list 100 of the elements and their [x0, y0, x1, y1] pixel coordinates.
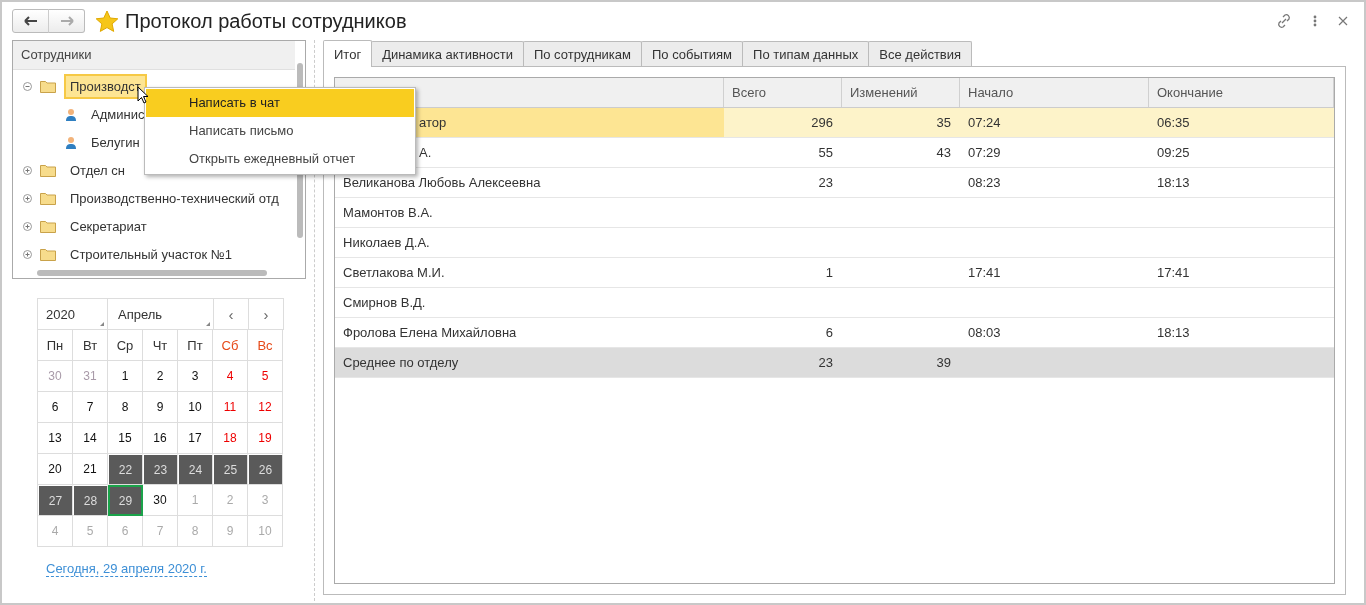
calendar-day[interactable]: 7 [73, 392, 108, 423]
calendar-day[interactable]: 11 [213, 392, 248, 423]
table-cell: 07:29 [968, 145, 1001, 160]
next-month-button[interactable]: › [249, 299, 284, 330]
tab[interactable]: Итог [323, 40, 373, 67]
folder-icon [40, 191, 56, 205]
more-icon[interactable] [1312, 14, 1318, 28]
calendar-day[interactable]: 20 [38, 454, 73, 485]
prev-month-button[interactable]: ‹ [214, 299, 249, 330]
tab[interactable]: По типам данных [742, 41, 870, 66]
table-cell: 18:13 [1157, 325, 1190, 340]
tab[interactable]: Все действия [868, 41, 973, 66]
calendar-day[interactable]: 8 [108, 392, 143, 423]
table-cell: Среднее по отделу [343, 355, 459, 370]
calendar-day[interactable]: 21 [73, 454, 108, 485]
window-title: Протокол работы сотрудников [125, 9, 407, 33]
calendar-day[interactable]: 3 [178, 361, 213, 392]
expand-icon[interactable] [23, 193, 32, 203]
calendar-day[interactable]: 1 [108, 361, 143, 392]
month-field[interactable]: Апрель [108, 299, 214, 330]
weekday-label: Пт [178, 330, 213, 361]
table-cell: 39 [936, 355, 951, 370]
table-cell: 18:13 [1157, 175, 1190, 190]
calendar-day[interactable]: 23 [143, 454, 178, 485]
calendar-day[interactable]: 17 [178, 423, 213, 454]
table-cell: 23 [818, 175, 833, 190]
weekday-label: Чт [143, 330, 178, 361]
person-icon [65, 107, 77, 121]
calendar-day[interactable]: 29 [108, 485, 143, 516]
calendar-day[interactable]: 25 [213, 454, 248, 485]
table-cell: 43 [936, 145, 951, 160]
column-header[interactable]: Окончание [1149, 78, 1334, 107]
calendar-day[interactable]: 13 [38, 423, 73, 454]
person-icon [65, 135, 77, 149]
today-link[interactable]: Сегодня, 29 апреля 2020 г. [46, 561, 207, 577]
calendar-day[interactable]: 24 [178, 454, 213, 485]
weekday-label: Вс [248, 330, 283, 361]
calendar-day[interactable]: 14 [73, 423, 108, 454]
table-cell: 17:41 [968, 265, 1001, 280]
calendar-day[interactable]: 19 [248, 423, 283, 454]
arrow-left-icon [23, 16, 38, 26]
tree-item[interactable]: Производственно-технический отд [64, 185, 285, 211]
column-header[interactable]: Изменений [842, 78, 960, 107]
folder-icon [40, 163, 56, 177]
weekday-label: Пн [38, 330, 73, 361]
expand-icon[interactable] [23, 221, 32, 231]
collapse-icon[interactable] [23, 81, 32, 91]
arrow-right-icon [59, 16, 74, 26]
table-cell: 17:41 [1157, 265, 1190, 280]
table-cell: 09:25 [1157, 145, 1190, 160]
table-cell: 06:35 [1157, 115, 1190, 130]
column-header[interactable]: Всего [724, 78, 842, 107]
folder-icon [40, 79, 56, 93]
table-cell: А. [419, 145, 432, 160]
calendar-day[interactable]: 6 [38, 392, 73, 423]
tab[interactable]: Динамика активности [371, 41, 524, 66]
table-cell: 07:24 [968, 115, 1001, 130]
table-cell: атор [419, 115, 447, 130]
calendar-day[interactable]: 4 [213, 361, 248, 392]
table-cell: Светлакова М.И. [343, 265, 445, 280]
link-icon[interactable] [1276, 13, 1292, 29]
calendar-day[interactable]: 30 [143, 485, 178, 516]
star-icon[interactable] [95, 9, 119, 33]
menu-item[interactable]: Написать письмо [146, 117, 414, 145]
expand-icon[interactable] [23, 249, 32, 259]
calendar-day[interactable]: 2 [143, 361, 178, 392]
calendar-day[interactable]: 26 [248, 454, 283, 485]
tree-item[interactable]: Белугин [85, 129, 146, 155]
calendar-day[interactable]: 10 [178, 392, 213, 423]
calendar-day[interactable]: 12 [248, 392, 283, 423]
close-icon[interactable] [1338, 16, 1348, 26]
expand-icon[interactable] [23, 165, 32, 175]
calendar-day[interactable]: 28 [73, 485, 108, 516]
folder-icon [40, 219, 56, 233]
calendar-day[interactable]: 27 [38, 485, 73, 516]
calendar-day[interactable]: 9 [143, 392, 178, 423]
table-cell: Великанова Любовь Алексеевна [343, 175, 541, 190]
menu-item[interactable]: Открыть ежедневный отчет [146, 145, 414, 173]
table-cell: Николаев Д.А. [343, 235, 430, 250]
column-header[interactable]: Начало [960, 78, 1149, 107]
tree-item[interactable]: Секретариат [64, 213, 153, 239]
calendar-day[interactable]: 22 [108, 454, 143, 485]
table-cell: 08:23 [968, 175, 1001, 190]
table-cell: Фролова Елена Михайловна [343, 325, 517, 340]
tree-item[interactable]: Отдел сн [64, 157, 131, 183]
calendar-day[interactable]: 16 [143, 423, 178, 454]
calendar-day[interactable]: 5 [248, 361, 283, 392]
table-cell: 35 [936, 115, 951, 130]
table-cell: Смирнов В.Д. [343, 295, 426, 310]
tree-item[interactable]: Строительный участок №1 [64, 241, 238, 267]
folder-icon [40, 247, 56, 261]
tab[interactable]: По событиям [641, 41, 744, 66]
menu-item[interactable]: Написать в чат [146, 89, 414, 117]
back-button[interactable] [12, 9, 49, 33]
weekday-label: Сб [213, 330, 248, 361]
calendar-day[interactable]: 15 [108, 423, 143, 454]
calendar-day[interactable]: 18 [213, 423, 248, 454]
year-field[interactable]: 2020 [38, 299, 108, 330]
tab[interactable]: По сотрудникам [522, 41, 642, 66]
tree-item[interactable]: Производст [64, 73, 147, 99]
